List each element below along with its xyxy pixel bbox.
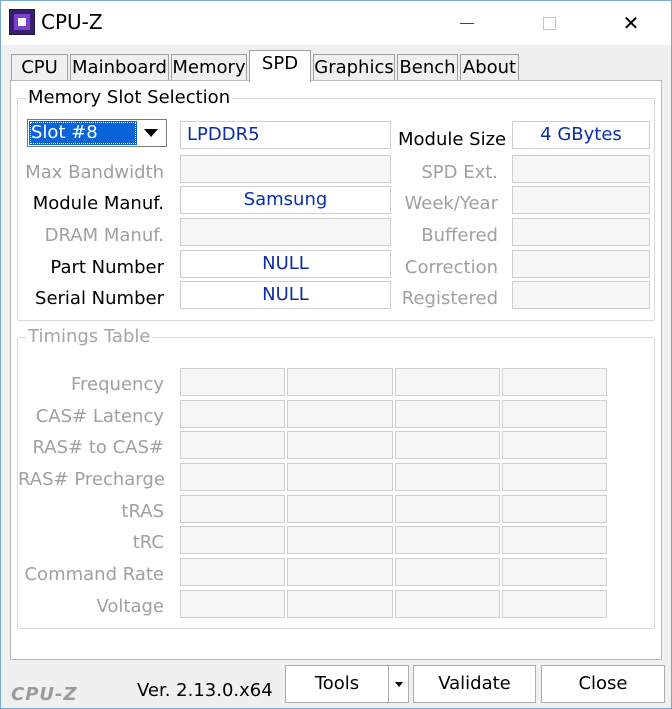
title-bar[interactable]: CPU-Z ✕: [1, 1, 671, 45]
timing-cell: [395, 558, 500, 586]
correction-label: Correction: [404, 257, 498, 278]
timing-cell: [502, 400, 607, 428]
tools-button[interactable]: Tools: [285, 665, 389, 703]
timing-cell: [180, 431, 285, 459]
spd-panel: Memory Slot Selection Slot #8 LPDDR5 Mod…: [10, 80, 662, 660]
timing-cell: [395, 495, 500, 523]
module-size-field: 4 GBytes: [512, 121, 650, 149]
serial-number-field: NULL: [180, 281, 391, 309]
tab-bench[interactable]: Bench: [397, 54, 458, 81]
week-year-field: [512, 186, 650, 214]
tab-graphics[interactable]: Graphics: [313, 54, 395, 81]
buffered-field: [512, 218, 650, 246]
timing-cell: [395, 590, 500, 618]
dram-manuf-field: [180, 218, 391, 246]
close-window-button[interactable]: ✕: [601, 1, 661, 45]
timing-cell: [287, 495, 393, 523]
timing-cell: [395, 400, 500, 428]
correction-field: [512, 250, 650, 278]
timing-cell: [395, 463, 500, 491]
timing-cell: [502, 558, 607, 586]
cpuz-logo: CPU-Z: [11, 684, 78, 705]
timing-cell: [502, 495, 607, 523]
cpuz-window: CPU-Z ✕ CPU Mainboard Memory SPD Graphic…: [0, 0, 672, 709]
timing-cell: [287, 368, 393, 396]
timing-cell: [502, 368, 607, 396]
tab-cpu[interactable]: CPU: [11, 54, 68, 81]
timing-cell: [287, 526, 393, 554]
timing-label-command-rate: Command Rate: [24, 564, 164, 585]
slot-select-dropdown-button[interactable]: [137, 121, 165, 145]
timing-cell: [180, 368, 285, 396]
timing-cell: [502, 431, 607, 459]
cpuz-app-icon: [9, 9, 35, 35]
dram-manuf-label: DRAM Manuf.: [44, 225, 164, 246]
chevron-down-icon: [394, 681, 403, 687]
tools-dropdown-button[interactable]: [388, 665, 409, 703]
timing-cell: [180, 590, 285, 618]
module-manuf-label: Module Manuf.: [32, 193, 164, 214]
timing-cell: [395, 431, 500, 459]
close-icon: ✕: [622, 11, 640, 35]
week-year-label: Week/Year: [404, 193, 499, 214]
buffered-label: Buffered: [421, 225, 498, 246]
timing-cell: [287, 400, 393, 428]
module-size-label: Module Size: [398, 129, 507, 150]
timing-cell: [502, 463, 607, 491]
memory-slot-selection-group: Memory Slot Selection Slot #8 LPDDR5 Mod…: [17, 87, 655, 321]
timing-cell: [287, 463, 393, 491]
module-manuf-field: Samsung: [180, 186, 391, 214]
registered-label: Registered: [401, 288, 498, 309]
timings-table-title: Timings Table: [26, 326, 153, 347]
timings-table-group: Timings Table Frequency CAS# Latency RAS…: [17, 326, 655, 629]
timing-label-ras-to-cas: RAS# to CAS#: [32, 437, 164, 458]
timing-cell: [287, 558, 393, 586]
memory-type-field: LPDDR5: [180, 121, 391, 149]
timing-label-tras: tRAS: [121, 501, 164, 522]
maximize-icon: [542, 16, 556, 30]
spd-ext-field: [512, 155, 650, 183]
part-number-field: NULL: [180, 250, 391, 278]
timing-label-frequency: Frequency: [71, 374, 164, 395]
window-title: CPU-Z: [41, 10, 103, 34]
memory-slot-selection-title: Memory Slot Selection: [26, 87, 233, 108]
timing-cell: [180, 558, 285, 586]
max-bandwidth-field: [180, 155, 391, 183]
timing-cell: [287, 431, 393, 459]
maximize-button[interactable]: [519, 1, 579, 45]
timing-cell: [180, 495, 285, 523]
timing-label-ras-precharge: RAS# Precharge: [18, 469, 165, 490]
minimize-button[interactable]: [437, 1, 497, 45]
timing-label-cas-latency: CAS# Latency: [35, 406, 164, 427]
timing-cell: [287, 590, 393, 618]
tab-about[interactable]: About: [460, 54, 519, 81]
timing-label-voltage: Voltage: [96, 596, 164, 617]
validate-button[interactable]: Validate: [413, 665, 536, 703]
timing-label-trc: tRC: [132, 532, 164, 553]
slot-select-value: Slot #8: [29, 121, 137, 145]
slot-select[interactable]: Slot #8: [27, 119, 167, 147]
tab-spd[interactable]: SPD: [249, 50, 311, 82]
version-label: Ver. 2.13.0.x64: [137, 680, 273, 701]
spd-ext-label: SPD Ext.: [421, 162, 498, 183]
part-number-label: Part Number: [50, 257, 164, 278]
registered-field: [512, 281, 650, 309]
chevron-down-icon: [144, 129, 158, 137]
timing-cell: [502, 590, 607, 618]
timing-cell: [180, 400, 285, 428]
timing-cell: [395, 368, 500, 396]
timing-cell: [180, 463, 285, 491]
timing-cell: [395, 526, 500, 554]
timing-cell: [180, 526, 285, 554]
max-bandwidth-label: Max Bandwidth: [25, 162, 164, 183]
tab-memory[interactable]: Memory: [171, 54, 247, 81]
tab-mainboard[interactable]: Mainboard: [70, 54, 169, 81]
timing-cell: [502, 526, 607, 554]
minimize-icon: [460, 22, 474, 24]
close-button[interactable]: Close: [541, 665, 665, 703]
serial-number-label: Serial Number: [35, 288, 164, 309]
